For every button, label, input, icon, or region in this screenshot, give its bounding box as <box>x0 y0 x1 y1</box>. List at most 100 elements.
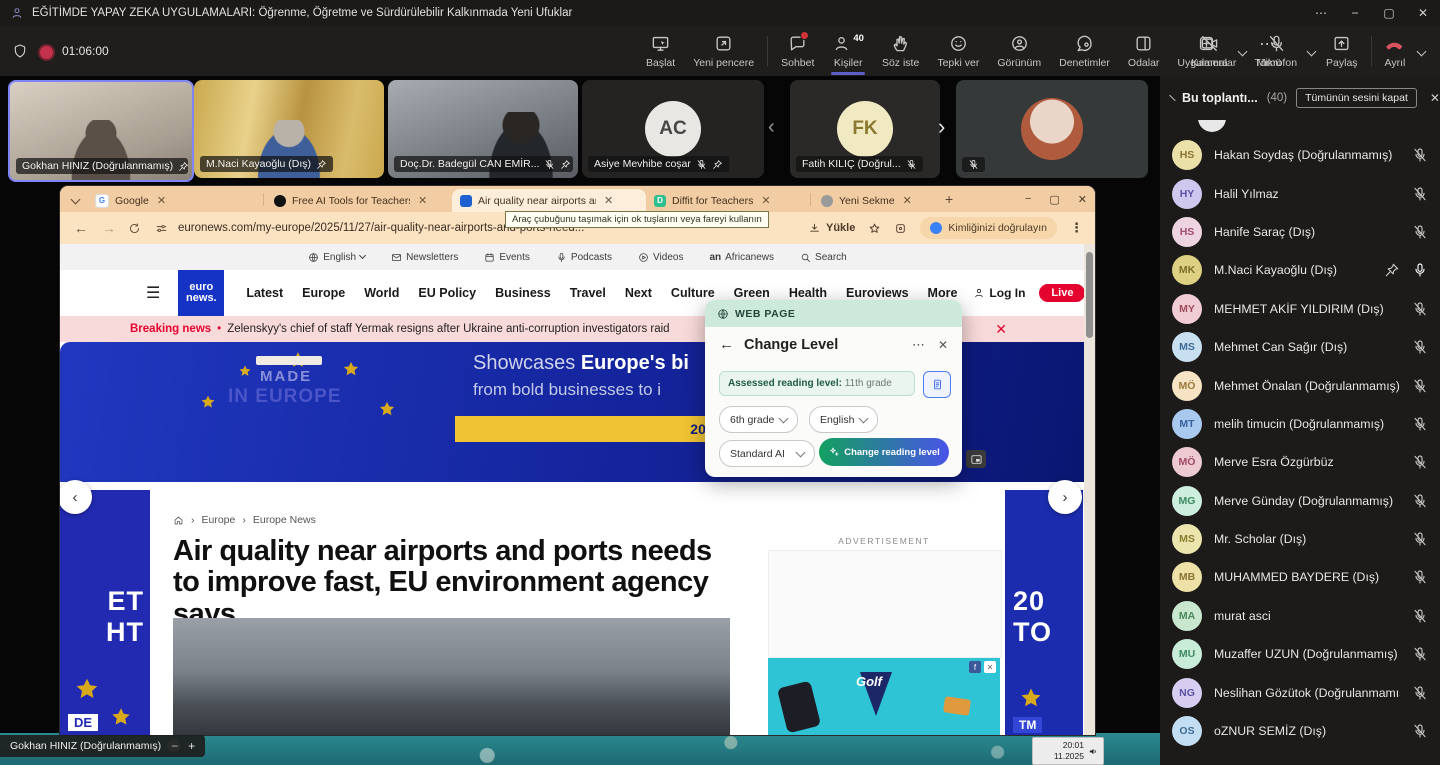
share-button[interactable]: Paylaş <box>1317 27 1367 75</box>
video-tile-mnaci[interactable]: M.Naci Kayaoğlu (Dış) <box>194 80 384 178</box>
forward-icon[interactable]: → <box>102 220 116 236</box>
zoom-in-icon[interactable]: + <box>188 739 195 753</box>
tab-google[interactable]: G Google ✕ <box>87 189 261 212</box>
mic-off-icon[interactable] <box>1412 723 1428 739</box>
tab-close-icon[interactable]: ✕ <box>903 194 912 207</box>
breadcrumb-europe-news[interactable]: Europe News <box>253 514 316 526</box>
ad-close-icon[interactable]: ✕ <box>984 661 996 673</box>
back-icon[interactable]: ← <box>74 220 88 236</box>
browser-minimize-icon[interactable]: − <box>1025 193 1031 205</box>
africanews-link[interactable]: anAfricanews <box>709 252 774 263</box>
chat-button[interactable]: Sohbet <box>772 27 823 75</box>
participant-row[interactable]: MA murat asci <box>1160 597 1440 635</box>
live-button[interactable]: Live <box>1039 284 1085 302</box>
video-tile-participant[interactable] <box>956 80 1148 178</box>
maximize-icon[interactable]: ▢ <box>1372 0 1406 26</box>
reading-doc-button[interactable] <box>923 371 951 398</box>
mic-off-icon[interactable] <box>1412 416 1428 432</box>
mic-off-icon[interactable] <box>1412 569 1428 585</box>
breadcrumb-europe[interactable]: Europe <box>202 514 236 526</box>
view-button[interactable]: Görünüm <box>988 27 1050 75</box>
breaking-headline[interactable]: Zelenskyy's chief of staff Yermak resign… <box>227 323 669 335</box>
nav-link[interactable]: Green <box>734 286 770 300</box>
panel-close-icon[interactable]: ✕ <box>1430 91 1440 105</box>
language-dropdown[interactable]: English <box>809 406 878 433</box>
new-window-button[interactable]: Yeni pencere <box>684 27 763 75</box>
nav-link[interactable]: Latest <box>246 286 283 300</box>
tab-diffit[interactable]: D Diffit for Teachers ✕ <box>646 189 808 212</box>
podcasts-link[interactable]: Podcasts <box>556 252 612 263</box>
nav-link[interactable]: Euroviews <box>846 286 909 300</box>
nav-link[interactable]: EU Policy <box>418 286 476 300</box>
nav-link[interactable]: Travel <box>570 286 606 300</box>
mute-all-button[interactable]: Tümünün sesini kapat <box>1296 88 1417 108</box>
mic-off-icon[interactable] <box>1412 646 1428 662</box>
language-selector[interactable]: English <box>308 252 365 263</box>
mic-off-icon[interactable] <box>1412 224 1428 240</box>
participant-row[interactable]: MU Muzaffer UZUN (Doğrulanmamış) <box>1160 635 1440 673</box>
mic-off-icon[interactable] <box>1412 531 1428 547</box>
react-button[interactable]: Tepki ver <box>928 27 988 75</box>
mic-off-icon[interactable] <box>1412 301 1428 317</box>
participant-row[interactable]: NG Neslihan Gözütok (Doğrulanmamış) <box>1160 673 1440 711</box>
change-reading-level-button[interactable]: Change reading level <box>819 438 949 466</box>
leave-options-chevron-icon[interactable] <box>1417 46 1427 56</box>
right-ad-banner[interactable]: 20 TO TM <box>1005 490 1083 735</box>
participant-row[interactable]: MS Mehmet Can Sağır (Dış) <box>1160 328 1440 366</box>
participant-row[interactable]: HS Hanife Saraç (Dış) <box>1160 213 1440 251</box>
bookmark-star-icon[interactable] <box>868 222 881 235</box>
participant-row[interactable]: MÖ Merve Esra Özgürbüz <box>1160 443 1440 481</box>
load-button[interactable]: Yükle <box>808 222 855 235</box>
site-info-icon[interactable] <box>155 222 168 235</box>
close-icon[interactable]: ✕ <box>1406 0 1440 26</box>
controls-button[interactable]: Denetimler <box>1050 27 1119 75</box>
participant-row[interactable]: MK M.Naci Kayaoğlu (Dış) <box>1160 251 1440 289</box>
participant-row[interactable]: MT melih timucin (Doğrulanmamış) <box>1160 405 1440 443</box>
filmstrip-prev-icon[interactable]: ‹ <box>768 116 775 139</box>
panel-back-icon[interactable] <box>1169 95 1175 101</box>
browser-menu-icon[interactable]: ⋮ <box>1070 220 1083 236</box>
left-ad-banner[interactable]: ET HT DE <box>60 490 150 735</box>
tab-new-tab[interactable]: Yeni Sekme ✕ <box>813 189 937 212</box>
extensions-icon[interactable] <box>894 222 907 235</box>
nav-link[interactable]: Health <box>789 286 827 300</box>
video-tile-asiye[interactable]: AC Asiye Mevhibe coşar <box>582 80 764 178</box>
start-button[interactable]: Başlat <box>637 27 684 75</box>
more-window-options-icon[interactable]: ⋯ <box>1304 0 1338 26</box>
rooms-button[interactable]: Odalar <box>1119 27 1169 75</box>
speaker-icon[interactable] <box>1088 746 1099 757</box>
tab-search-chevron-icon[interactable] <box>71 194 81 204</box>
tab-close-icon[interactable]: ✕ <box>761 194 770 207</box>
tab-close-icon[interactable]: ✕ <box>418 194 427 207</box>
mic-options-chevron-icon[interactable] <box>1307 46 1317 56</box>
tab-air-quality[interactable]: Air quality near airports and pa ✕ <box>452 189 646 212</box>
ad-banner[interactable]: Golf f ✕ <box>768 658 1000 735</box>
new-tab-icon[interactable]: + <box>945 191 953 207</box>
minimize-icon[interactable]: − <box>1338 0 1372 26</box>
participant-row[interactable]: OS oZNUR SEMİZ (Dış) <box>1160 712 1440 750</box>
participant-row[interactable]: HS Hakan Soydaş (Doğrulanmamış) <box>1160 136 1440 174</box>
participant-row[interactable]: MB MUHAMMED BAYDERE (Dış) <box>1160 558 1440 596</box>
browser-close-icon[interactable]: ✕ <box>1078 193 1087 206</box>
hamburger-icon[interactable]: ☰ <box>146 283 160 303</box>
login-link[interactable]: Log In <box>973 286 1025 300</box>
leave-button[interactable]: Ayrıl <box>1376 27 1415 75</box>
grade-dropdown[interactable]: 6th grade <box>719 406 798 433</box>
mic-off-icon[interactable] <box>1412 685 1428 701</box>
participant-row[interactable]: MS Mr. Scholar (Dış) <box>1160 520 1440 558</box>
participant-row[interactable]: MÖ Mehmet Önalan (Doğrulanmamış) <box>1160 366 1440 404</box>
camera-button[interactable]: Kamera <box>1182 27 1237 75</box>
mic-off-icon[interactable] <box>1412 454 1428 470</box>
popup-more-icon[interactable]: ⋯ <box>912 337 926 353</box>
pip-overlay-icon[interactable] <box>966 450 986 468</box>
mic-off-icon[interactable] <box>1412 608 1428 624</box>
zoom-out-icon[interactable]: − <box>171 739 178 753</box>
tab-free-ai-tools[interactable]: Free AI Tools for Teachers and ✕ <box>266 189 452 212</box>
nav-link[interactable]: Europe <box>302 286 345 300</box>
tab-close-icon[interactable]: ✕ <box>157 194 166 207</box>
events-link[interactable]: Events <box>484 252 530 263</box>
euronews-logo[interactable]: euronews. <box>178 270 224 316</box>
mic-off-icon[interactable] <box>1412 378 1428 394</box>
mic-off-icon[interactable] <box>1412 339 1428 355</box>
mic-button[interactable]: Mikrofon <box>1248 27 1306 75</box>
